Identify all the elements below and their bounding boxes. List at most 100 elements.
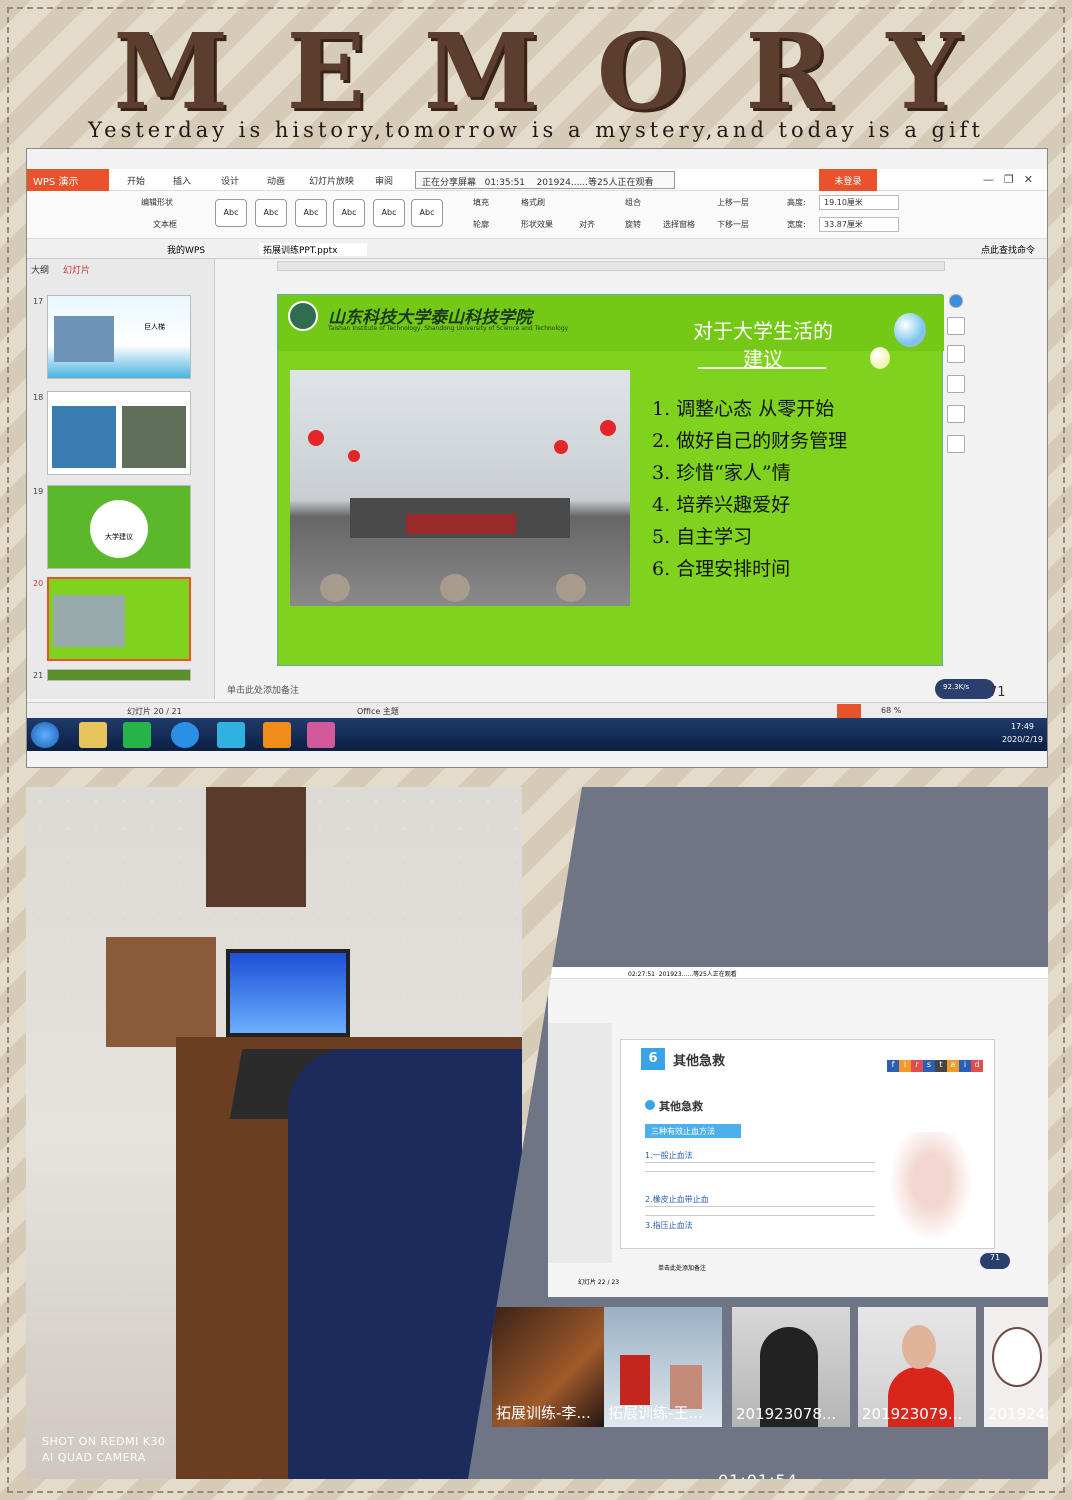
- menu-start[interactable]: 开始: [127, 174, 145, 187]
- method-text-block: [645, 1162, 875, 1180]
- format-brush-button[interactable]: 格式刷: [521, 197, 545, 208]
- style-button-5[interactable]: Abc: [373, 199, 405, 227]
- move-up-button[interactable]: 上移一层: [717, 197, 749, 208]
- red-balloon-icon: [308, 430, 324, 446]
- textbox-button[interactable]: 文本框: [153, 219, 177, 230]
- stone-ball: [320, 574, 350, 602]
- edit-shape-button[interactable]: 编辑形状: [141, 197, 173, 208]
- style-button-6[interactable]: Abc: [411, 199, 443, 227]
- small-notes[interactable]: 单击此处添加备注: [658, 1263, 706, 1272]
- first-aid-slide[interactable]: 6 其他急救 firstaid 其他急救 三种有效止血方法 1.一般止血法 2.…: [620, 1039, 995, 1249]
- section-heading: 其他急救: [659, 1100, 703, 1113]
- command-search[interactable]: 点此查找命令: [981, 243, 1035, 256]
- layers-icon[interactable]: [947, 405, 965, 423]
- rotate-button[interactable]: 旋转: [625, 219, 641, 230]
- participant-tile[interactable]: 拓展训练-李...: [492, 1307, 610, 1427]
- slide-counter: 幻灯片 20 / 21: [127, 707, 182, 716]
- slide-title: 其他急救: [673, 1054, 726, 1069]
- slide-thumbnail-21[interactable]: [47, 669, 191, 681]
- menu-review[interactable]: 审阅: [375, 174, 393, 187]
- wooden-cabinet: [106, 937, 216, 1047]
- play-slideshow-icon[interactable]: [837, 704, 861, 718]
- notes-placeholder[interactable]: 单击此处添加备注: [227, 683, 299, 696]
- small-slides-pane: [548, 1023, 612, 1263]
- participant-name: 201923078...: [736, 1405, 837, 1423]
- shape-tool-icon[interactable]: [947, 317, 965, 335]
- document-tab-bar: 我的WPS 拓展训练PPT.pptx 点此查找命令: [27, 239, 1047, 259]
- brand-letter: s: [923, 1060, 935, 1072]
- style-button-3[interactable]: Abc: [295, 199, 327, 227]
- outline-button[interactable]: 轮廓: [473, 219, 489, 230]
- advice-item: 3. 珍惜“家人”情: [652, 462, 791, 484]
- title-underline: [698, 367, 826, 369]
- participant-name: 拓展训练-王...: [608, 1404, 703, 1422]
- file-explorer-icon[interactable]: [79, 722, 107, 748]
- tab-document[interactable]: 拓展训练PPT.pptx: [259, 243, 368, 256]
- browser-icon[interactable]: [171, 722, 199, 748]
- participant-tile[interactable]: 201924...: [984, 1307, 1048, 1427]
- person-face: [902, 1325, 936, 1369]
- anime-avatar-icon: [992, 1327, 1042, 1387]
- picture-tool-icon[interactable]: [947, 375, 965, 393]
- slide-thumbnail-20[interactable]: [47, 577, 191, 661]
- fill-tool-icon[interactable]: [947, 345, 965, 363]
- school-logo-icon: [288, 301, 318, 331]
- text-tool-icon[interactable]: [947, 435, 965, 453]
- menu-design[interactable]: 设计: [221, 174, 239, 187]
- selection-pane-button[interactable]: 选择窗格: [663, 219, 695, 230]
- thumb-photo: [52, 406, 116, 468]
- height-field[interactable]: 19.10厘米: [819, 195, 899, 210]
- zoom-level: 68 %: [881, 706, 902, 715]
- fill-button[interactable]: 填充: [473, 197, 489, 208]
- wps-presentation-icon[interactable]: [263, 722, 291, 748]
- slide-thumbnail-18[interactable]: [47, 391, 191, 475]
- menu-slideshow[interactable]: 幻灯片放映: [309, 174, 354, 187]
- thumb-number: 21: [33, 671, 44, 680]
- red-balloon-icon: [554, 440, 568, 454]
- slide-thumbnail-19[interactable]: 大学建议: [47, 485, 191, 569]
- close-icon[interactable]: ✕: [1024, 173, 1043, 186]
- participant-tile[interactable]: 201923079...: [858, 1307, 976, 1427]
- tab-outline[interactable]: 大纲: [31, 263, 49, 276]
- restore-icon[interactable]: ❐: [1004, 173, 1024, 186]
- start-button-icon[interactable]: [31, 722, 59, 748]
- tab-mywps[interactable]: 我的WPS: [167, 243, 205, 256]
- method-item: 2.橡皮止血带止血: [645, 1195, 709, 1204]
- login-button[interactable]: 未登录: [819, 169, 877, 191]
- brand-letter: i: [959, 1060, 971, 1072]
- plus-circle-icon: [645, 1100, 655, 1110]
- camera-watermark-line1: SHOT ON REDMI K30: [42, 1435, 166, 1448]
- laptop-screen: [226, 949, 350, 1037]
- system-clock[interactable]: 17:49 2020/2/19: [1002, 720, 1043, 746]
- small-slide-counter: 幻灯片 22 / 23: [578, 1279, 620, 1286]
- move-down-button[interactable]: 下移一层: [717, 219, 749, 230]
- media-player-icon[interactable]: [217, 722, 245, 748]
- style-button-4[interactable]: Abc: [333, 199, 365, 227]
- advice-item: 2. 做好自己的财务管理: [652, 430, 848, 452]
- align-button[interactable]: 对齐: [579, 219, 595, 230]
- current-slide[interactable]: 山东科技大学泰山科技学院 Taishan Institute of Techno…: [277, 294, 944, 666]
- tab-slides[interactable]: 幻灯片: [63, 263, 90, 276]
- method-item: 3.指压止血法: [645, 1221, 693, 1230]
- iqiyi-icon[interactable]: [123, 722, 151, 748]
- thumb-number: 19: [33, 487, 44, 496]
- game-app-icon[interactable]: [307, 722, 335, 748]
- shape-effect-button[interactable]: 形状效果: [521, 219, 553, 230]
- menu-insert[interactable]: 插入: [173, 174, 191, 187]
- camera-watermark-line2: AI QUAD CAMERA: [42, 1451, 146, 1464]
- collapse-icon[interactable]: [949, 294, 963, 308]
- style-button-1[interactable]: Abc: [215, 199, 247, 227]
- participant-tile[interactable]: 201923078...: [732, 1307, 850, 1427]
- combine-button[interactable]: 组合: [625, 197, 641, 208]
- participant-tile[interactable]: 拓展训练-王...: [604, 1307, 722, 1427]
- minimize-icon[interactable]: —: [983, 173, 1004, 186]
- wps-app-menu[interactable]: WPS 演示: [27, 169, 109, 191]
- brand-letter: t: [935, 1060, 947, 1072]
- menu-animation[interactable]: 动画: [267, 174, 285, 187]
- advice-item: 1. 调整心态 从零开始: [652, 398, 835, 420]
- window-controls[interactable]: —❐✕: [983, 173, 1043, 186]
- slide-title: 对于大学生活的 建议: [673, 317, 853, 373]
- style-button-2[interactable]: Abc: [255, 199, 287, 227]
- slide-thumbnail-17[interactable]: 巨人梯: [47, 295, 191, 379]
- width-field[interactable]: 33.87厘米: [819, 217, 899, 232]
